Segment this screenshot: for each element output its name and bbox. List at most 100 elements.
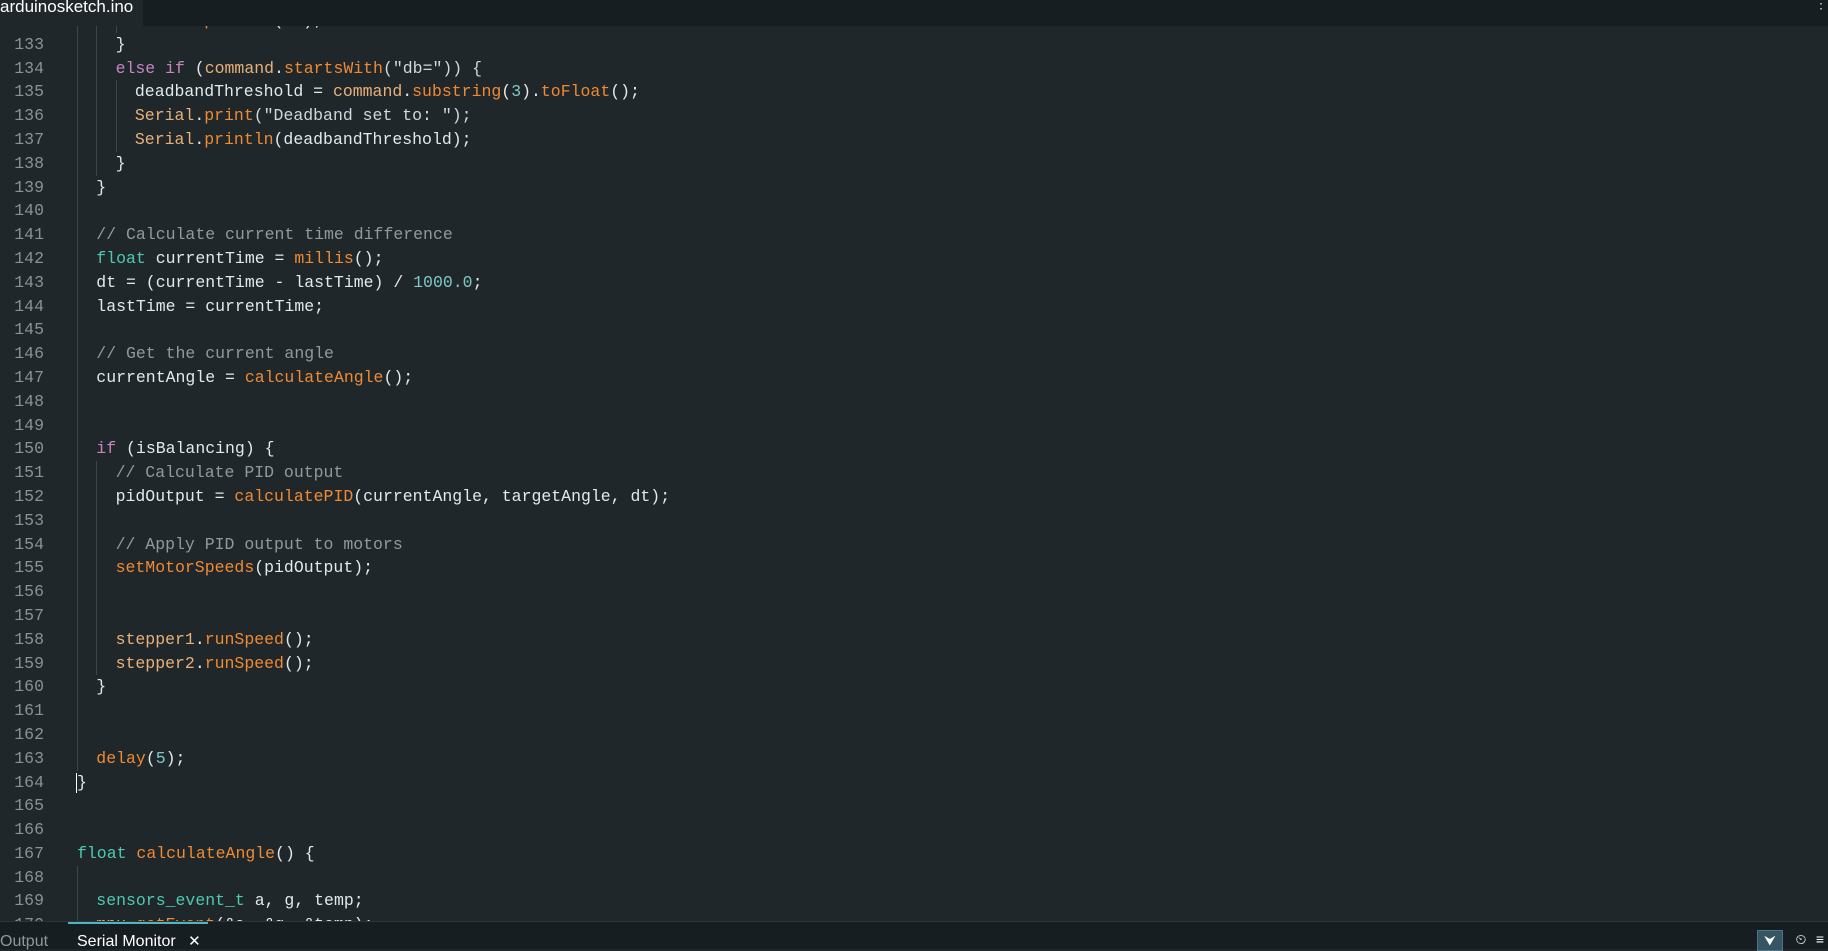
timestamp-clock-icon[interactable]: ⏲	[1789, 930, 1813, 949]
code-line[interactable]: 138}	[0, 151, 1828, 176]
code-token: deadbandThreshold =	[134, 82, 333, 102]
more-options-icon[interactable]: ⋮	[1814, 0, 1828, 10]
code-token: ();	[283, 629, 314, 649]
line-number: 145	[14, 320, 44, 340]
indent-guide	[77, 389, 78, 414]
indent-guide	[77, 508, 78, 533]
code-line[interactable]: 140	[0, 199, 1828, 224]
code-line[interactable]: 162	[0, 722, 1828, 747]
code-text: if (isBalancing) {	[96, 437, 274, 461]
code-line[interactable]: 168	[0, 865, 1828, 890]
indent-guide	[77, 199, 78, 224]
code-text: deadbandThreshold = command.substring(3)…	[135, 80, 640, 104]
indent-guide	[77, 294, 78, 319]
code-line[interactable]: 163 delay(5);	[0, 746, 1828, 771]
code-line[interactable]: 142 float currentTime = millis();	[0, 246, 1828, 271]
code-text: float currentTime = millis();	[96, 247, 383, 271]
code-line[interactable]: 143 dt = (currentTime - lastTime) / 1000.…	[0, 270, 1828, 295]
code-token: pidOutput =	[115, 486, 235, 506]
code-text: // Get the current angle	[96, 342, 334, 366]
code-line[interactable]: 164}	[0, 771, 1828, 795]
code-text: sensors_event_t a, g, temp;	[96, 889, 363, 913]
indent-guide	[77, 532, 78, 557]
code-line[interactable]: 157	[0, 603, 1828, 628]
indent-guide	[96, 461, 98, 485]
code-line[interactable]: 158 stepper1.runSpeed();	[0, 627, 1828, 652]
code-token: println	[204, 129, 274, 149]
code-line[interactable]: 170 mpu.getEvent(&a, &g, &temp);	[0, 913, 1828, 921]
code-line[interactable]: 156	[0, 580, 1828, 604]
line-number: 140	[14, 201, 44, 221]
code-token: if	[96, 439, 117, 459]
code-line[interactable]: 160}	[0, 675, 1828, 700]
code-line[interactable]: 145	[0, 318, 1828, 343]
code-text: Serial.println(deadbandThreshold);	[135, 128, 472, 152]
code-line[interactable]: 151 // Calculate PID output	[0, 461, 1828, 485]
indent-guide	[115, 80, 117, 105]
line-number: 170	[0, 913, 44, 921]
code-line[interactable]: 146 // Get the current angle	[0, 342, 1828, 366]
code-line[interactable]: 165	[0, 794, 1828, 818]
line-number: 141	[14, 225, 44, 245]
indent-guide	[77, 437, 78, 462]
line-number: 164	[14, 772, 44, 792]
code-token: delay	[96, 748, 146, 768]
code-line[interactable]: 166	[0, 818, 1828, 842]
indent-guide	[77, 246, 78, 271]
file-tab-arduinosketch[interactable]: arduinosketch.ino	[0, 0, 143, 26]
line-number: 156	[14, 582, 44, 602]
code-line[interactable]: 135 deadbandThreshold = command.substring…	[0, 80, 1828, 105]
code-line[interactable]: 150 if (isBalancing) {	[0, 437, 1828, 462]
code-token: calculateAngle	[244, 367, 384, 387]
code-line[interactable]: 137 Serial.println(deadbandThreshold);	[0, 127, 1828, 152]
line-number: 144	[14, 296, 44, 316]
indent-guide	[96, 80, 98, 105]
indent-guide	[77, 699, 78, 723]
code-token: substring	[412, 82, 502, 102]
code-token: // Calculate PID output	[115, 463, 344, 483]
indent-guide	[77, 865, 78, 890]
code-line[interactable]: 159 stepper2.runSpeed();	[0, 651, 1828, 676]
line-number: 155	[14, 558, 44, 578]
code-token: (	[145, 748, 156, 768]
code-line[interactable]: 147 currentAngle = calculateAngle();	[0, 365, 1828, 390]
code-line[interactable]: 169 sensors_event_t a, g, temp;	[0, 889, 1828, 914]
indent-guide	[77, 651, 78, 676]
close-icon[interactable]: ✕	[188, 933, 201, 950]
code-token: dt = (currentTime - lastTime) /	[96, 272, 414, 292]
code-token: ();	[610, 82, 640, 102]
code-line[interactable]: 136 Serial.print("Deadband set to: ");	[0, 104, 1828, 128]
code-line[interactable]: 155 setMotorSpeeds(pidOutput);	[0, 556, 1828, 581]
code-token: .	[194, 26, 204, 30]
code-line[interactable]: 139}	[0, 175, 1828, 200]
code-token: currentTime =	[145, 248, 295, 268]
indent-guide	[77, 722, 78, 747]
code-line[interactable]: 141 // Calculate current time difference	[0, 223, 1828, 247]
code-token: sensors_event_t	[96, 891, 245, 911]
line-number: 142	[14, 248, 44, 268]
code-token: (pidOutput);	[254, 558, 374, 578]
panel-menu-icon[interactable]: ≡	[1812, 930, 1828, 949]
code-text: else if (command.startsWith("db=")) {	[116, 57, 482, 81]
code-editor[interactable]: 132Serial.println(Kd);133}134else if (co…	[0, 26, 1828, 921]
line-number: 148	[14, 391, 44, 411]
code-line[interactable]: 132 Serial.println(Kd);	[0, 26, 1828, 33]
code-line[interactable]: 153	[0, 508, 1828, 533]
code-line[interactable]: 149	[0, 413, 1828, 438]
code-line[interactable]: 144 lastTime = currentTime;	[0, 294, 1828, 319]
code-line[interactable]: 154 // Apply PID output to motors	[0, 532, 1828, 557]
code-text: pidOutput = calculatePID(currentAngle, t…	[116, 485, 671, 509]
code-line[interactable]: 134 else if (command.startsWith("db=")) {	[0, 56, 1828, 81]
indent-guide	[96, 580, 98, 604]
line-number: 146	[14, 344, 44, 364]
code-line[interactable]: 133}	[0, 32, 1828, 57]
indent-guide	[96, 532, 98, 557]
indent-guide	[115, 127, 117, 152]
code-line[interactable]: 161	[0, 699, 1828, 723]
code-line[interactable]: 148	[0, 389, 1828, 414]
code-token: // Calculate current time difference	[96, 225, 453, 245]
code-line[interactable]: 167 float calculateAngle() {	[0, 842, 1828, 866]
code-token: 3	[511, 82, 522, 102]
code-line[interactable]: 152 pidOutput = calculatePID(currentAngle…	[0, 484, 1828, 509]
indent-guide	[96, 26, 98, 33]
